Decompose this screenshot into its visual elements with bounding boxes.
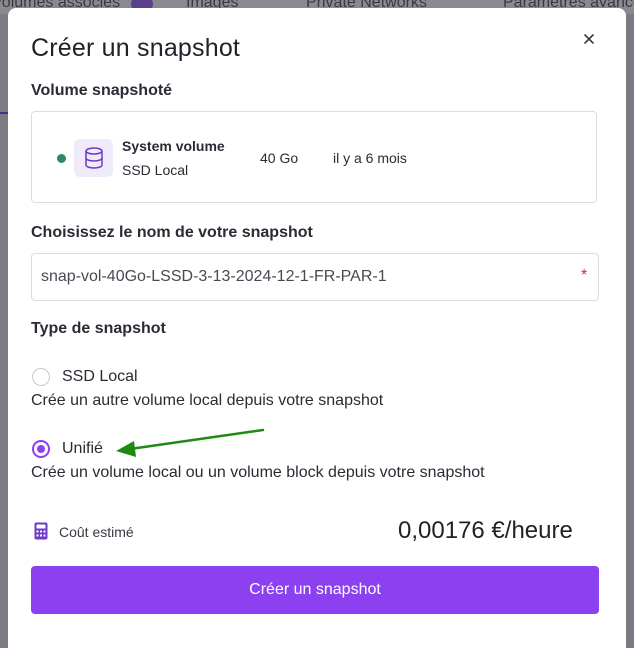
estimated-cost-value: 0,00176 €/heure bbox=[398, 517, 573, 544]
create-snapshot-button[interactable]: Créer un snapshot bbox=[31, 566, 599, 614]
volume-size: 40 Go bbox=[260, 150, 299, 166]
radio-button-ssd-local[interactable] bbox=[32, 368, 50, 386]
snapshot-type-label: Type de snapshot bbox=[31, 320, 166, 337]
radio-option-unifie[interactable]: Unifié bbox=[32, 440, 103, 458]
radio-button-unifie[interactable] bbox=[32, 440, 50, 458]
radio-description-unifie: Crée un volume local ou un volume block … bbox=[31, 464, 485, 481]
required-indicator: * bbox=[581, 267, 588, 284]
database-icon bbox=[84, 147, 103, 169]
modal-title: Créer un snapshot bbox=[31, 34, 241, 62]
volume-type: SSD Local bbox=[122, 162, 189, 178]
create-snapshot-modal: Créer un snapshot Volume snapshoté Syste… bbox=[8, 8, 626, 648]
volume-icon-container bbox=[74, 139, 113, 177]
radio-option-ssd-local[interactable]: SSD Local bbox=[32, 368, 138, 386]
volume-age: il y a 6 mois bbox=[333, 150, 407, 166]
snapshot-name-label: Choisissez le nom de votre snapshot bbox=[31, 224, 313, 241]
close-button[interactable] bbox=[580, 30, 598, 48]
volume-card: System volume SSD Local 40 Go il y a 6 m… bbox=[31, 111, 597, 203]
radio-label-ssd-local: SSD Local bbox=[62, 368, 138, 385]
estimated-cost-label: Coût estimé bbox=[59, 524, 134, 540]
radio-label-unifie: Unifié bbox=[62, 440, 103, 457]
background-indicator bbox=[0, 112, 8, 114]
calculator-icon bbox=[34, 522, 48, 540]
snapshot-name-input[interactable] bbox=[31, 253, 599, 301]
volume-name: System volume bbox=[122, 138, 225, 154]
close-icon bbox=[584, 34, 594, 44]
radio-description-ssd-local: Crée un autre volume local depuis votre … bbox=[31, 392, 384, 409]
volume-section-label: Volume snapshoté bbox=[31, 82, 173, 99]
annotation-arrow bbox=[116, 428, 265, 457]
volume-status-dot bbox=[57, 154, 66, 163]
